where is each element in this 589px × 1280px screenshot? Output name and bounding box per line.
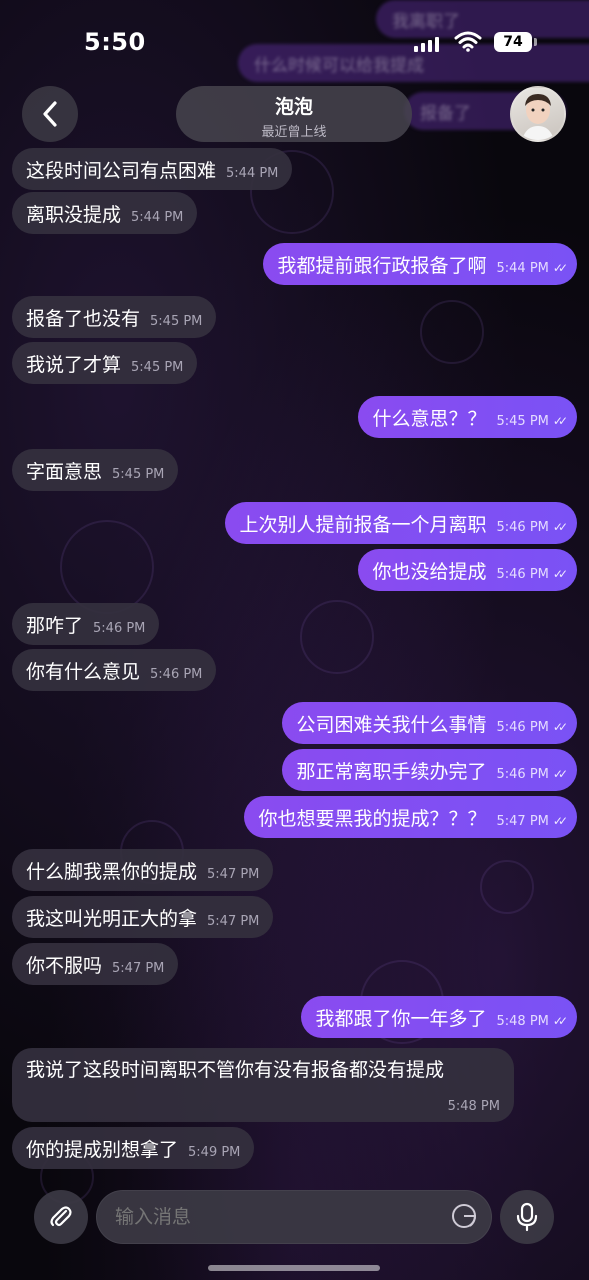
message-text: 离职没提成	[26, 203, 122, 226]
message-text: 我都跟了你一年多了	[315, 1007, 487, 1030]
message-text: 什么意思？？	[372, 407, 487, 430]
double-check-icon: ✓✓	[552, 567, 568, 581]
profile-photo	[522, 94, 554, 140]
wifi-icon	[454, 31, 482, 52]
message-text: 那正常离职手续办完了	[296, 760, 487, 783]
message-time: 5:45 PM	[131, 359, 184, 375]
message-time: 5:45 PM	[496, 413, 549, 429]
message-time: 5:46 PM	[150, 666, 203, 682]
incoming-message[interactable]: 这段时间公司有点困难 5:44 PM	[12, 148, 293, 190]
outgoing-message[interactable]: 那正常离职手续办完了 5:46 PM ✓✓	[282, 749, 577, 791]
outgoing-message[interactable]: 公司困难关我什么事情 5:46 PM ✓✓	[282, 702, 577, 744]
outgoing-message[interactable]: 你也没给提成 5:46 PM ✓✓	[358, 549, 577, 591]
incoming-message[interactable]: 你有什么意见 5:46 PM	[12, 649, 217, 691]
incoming-message[interactable]: 你的提成别想拿了 5:49 PM	[12, 1127, 255, 1169]
outgoing-message[interactable]: 上次别人提前报备一个月离职 5:46 PM ✓✓	[225, 502, 577, 544]
microphone-button[interactable]	[500, 1190, 554, 1244]
message-time: 5:47 PM	[207, 866, 260, 882]
message-time: 5:49 PM	[188, 1144, 241, 1160]
home-indicator	[208, 1265, 380, 1271]
message-text: 我说了才算	[26, 353, 122, 376]
sticker-icon[interactable]	[450, 1202, 478, 1230]
message-text: 上次别人提前报备一个月离职	[239, 513, 487, 536]
message-time: 5:44 PM	[496, 260, 549, 276]
message-time: 5:48 PM	[496, 1013, 549, 1029]
message-text: 你的提成别想拿了	[26, 1138, 179, 1161]
status-bar: 5:50 74	[0, 0, 589, 80]
message-time: 5:46 PM	[496, 719, 549, 735]
contact-name: 泡泡	[274, 96, 313, 118]
avatar[interactable]	[510, 86, 566, 142]
cellular-signal-icon	[414, 34, 439, 52]
status-time: 5:50	[84, 28, 146, 56]
message-text: 你不服吗	[26, 954, 103, 977]
incoming-message[interactable]: 那咋了 5:46 PM	[12, 603, 160, 645]
outgoing-message[interactable]: 我都跟了你一年多了 5:48 PM ✓✓	[301, 996, 577, 1038]
message-time: 5:47 PM	[207, 913, 260, 929]
message-time: 5:48 PM	[447, 1099, 500, 1114]
battery-tip	[534, 38, 537, 46]
battery-indicator: 74	[494, 32, 532, 52]
message-text: 你也想要黑我的提成？？？	[258, 807, 487, 830]
incoming-message[interactable]: 我说了才算 5:45 PM	[12, 342, 198, 384]
message-time: 5:47 PM	[496, 813, 549, 829]
double-check-icon: ✓✓	[552, 261, 568, 275]
battery-level: 74	[503, 34, 523, 50]
message-time: 5:46 PM	[93, 620, 146, 636]
message-time: 5:46 PM	[496, 566, 549, 582]
message-input[interactable]	[96, 1190, 492, 1244]
message-text: 公司困难关我什么事情	[296, 713, 487, 736]
message-text: 我说了这段时间离职不管你有没有报备都没有提成	[26, 1059, 445, 1081]
message-time: 5:46 PM	[496, 766, 549, 782]
double-check-icon: ✓✓	[552, 414, 568, 428]
paperclip-icon	[50, 1206, 72, 1227]
message-time: 5:45 PM	[112, 466, 165, 482]
back-button[interactable]	[22, 86, 78, 142]
double-check-icon: ✓✓	[552, 720, 568, 734]
message-time: 5:46 PM	[496, 519, 549, 535]
message-time: 5:44 PM	[131, 209, 184, 225]
incoming-message[interactable]: 什么脚我黑你的提成 5:47 PM	[12, 849, 274, 891]
message-text: 那咋了	[26, 614, 84, 637]
double-check-icon: ✓✓	[552, 814, 568, 828]
incoming-message[interactable]: 字面意思 5:45 PM	[12, 449, 179, 491]
incoming-message[interactable]: 我这叫光明正大的拿 5:47 PM	[12, 896, 274, 938]
chat-header[interactable]: 泡泡 最近曾上线	[176, 86, 412, 142]
outgoing-message[interactable]: 你也想要黑我的提成？？？ 5:47 PM ✓✓	[244, 796, 577, 838]
message-text: 我都提前跟行政报备了啊	[277, 254, 487, 277]
double-check-icon: ✓✓	[552, 1014, 568, 1028]
message-text: 什么脚我黑你的提成	[26, 860, 198, 883]
chevron-left-icon	[43, 101, 57, 127]
outgoing-message[interactable]: 我都提前跟行政报备了啊 5:44 PM ✓✓	[263, 243, 577, 285]
incoming-message[interactable]: 我说了这段时间离职不管你有没有报备都没有提成 5:48 PM	[12, 1048, 514, 1122]
last-seen-status: 最近曾上线	[261, 125, 327, 140]
message-text: 我这叫光明正大的拿	[26, 907, 198, 930]
microphone-icon	[516, 1202, 538, 1232]
message-text: 这段时间公司有点困难	[26, 159, 217, 182]
double-check-icon: ✓✓	[552, 767, 568, 781]
incoming-message[interactable]: 离职没提成 5:44 PM	[12, 192, 198, 234]
message-time: 5:45 PM	[150, 313, 203, 329]
message-text: 字面意思	[26, 460, 103, 483]
incoming-message[interactable]: 你不服吗 5:47 PM	[12, 943, 179, 985]
message-time: 5:44 PM	[226, 165, 279, 181]
message-text: 报备了也没有	[26, 307, 141, 330]
message-composer	[0, 1180, 589, 1252]
outgoing-message[interactable]: 什么意思？？ 5:45 PM ✓✓	[358, 396, 577, 438]
message-text: 你有什么意见	[26, 660, 141, 683]
attach-button[interactable]	[34, 1190, 88, 1244]
double-check-icon: ✓✓	[552, 520, 568, 534]
incoming-message[interactable]: 报备了也没有 5:45 PM	[12, 296, 217, 338]
message-text: 你也没给提成	[372, 560, 487, 583]
message-time: 5:47 PM	[112, 960, 165, 976]
